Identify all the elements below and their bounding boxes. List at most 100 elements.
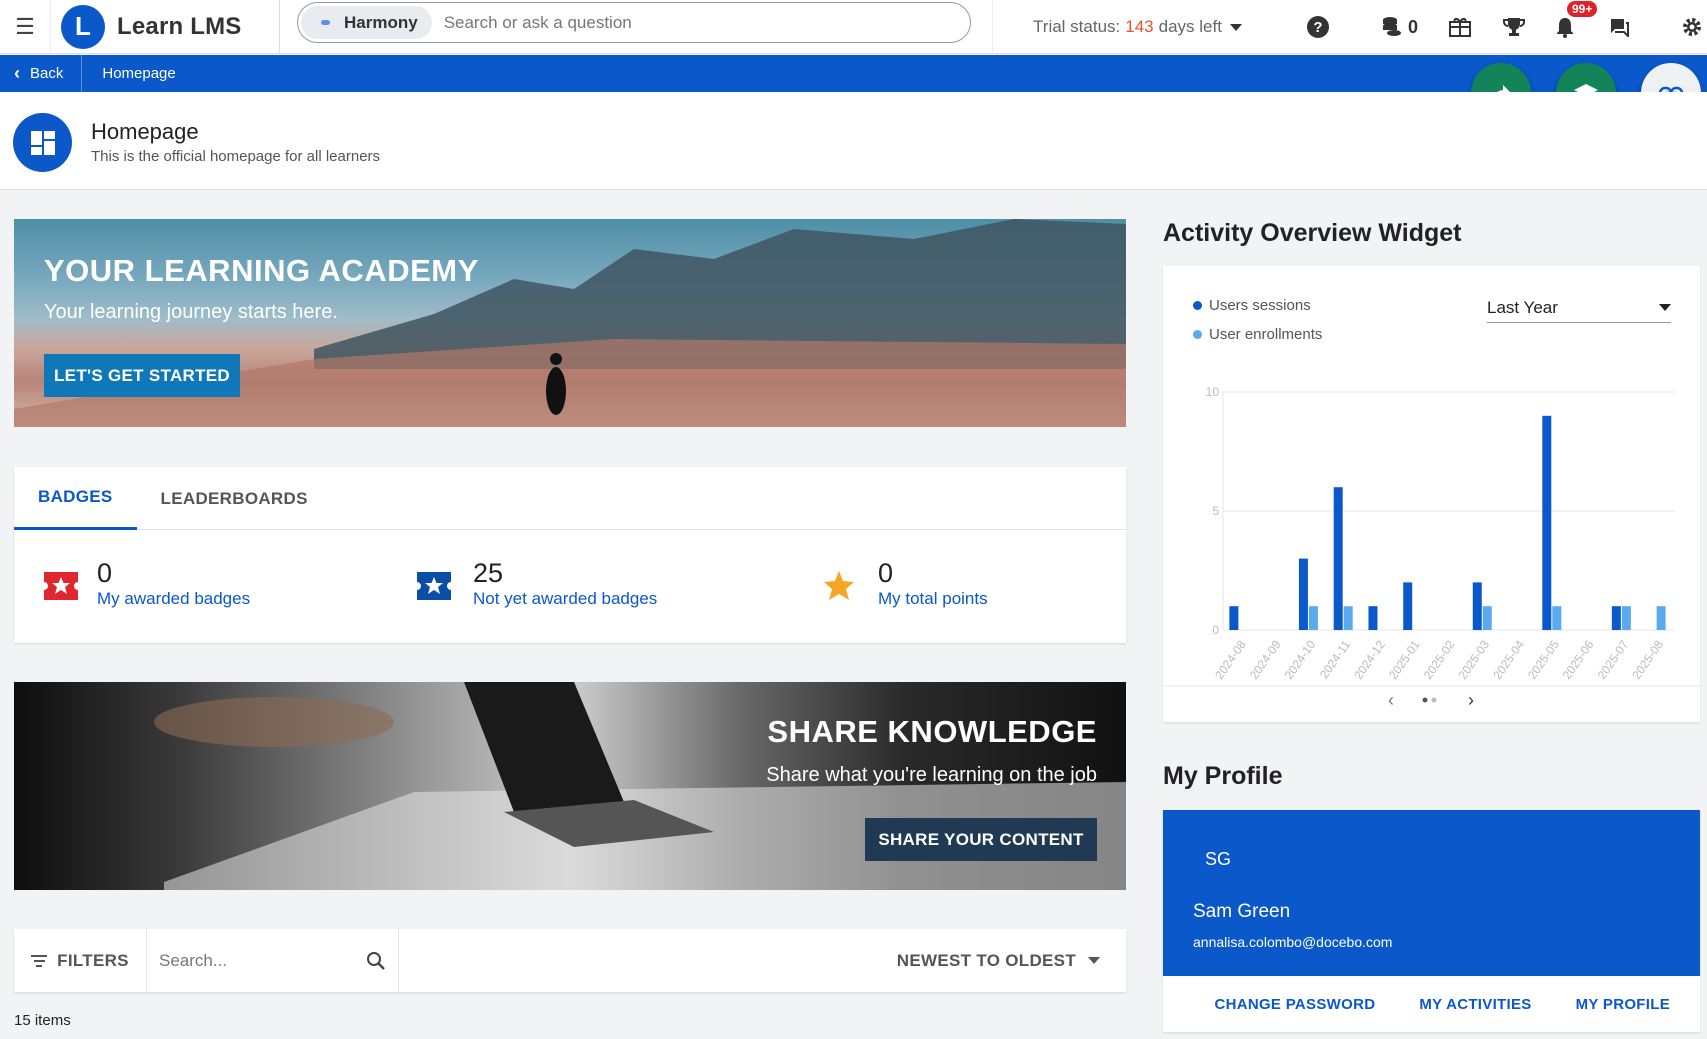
share-content-button[interactable]: SHARE YOUR CONTENT [865,818,1097,861]
gear-icon[interactable] [1680,0,1704,54]
filters-label: FILTERS [57,950,129,970]
widget-title: Activity Overview Widget [1163,219,1462,247]
x-tick-label: 2025-05 [1525,637,1562,681]
page-header: Homepage This is the official homepage f… [0,92,1707,190]
x-tick-label: 2024-09 [1247,637,1284,681]
back-label: Back [30,65,64,82]
items-count: 15 items [14,1012,71,1029]
sort-dropdown[interactable]: NEWEST TO OLDEST [897,929,1100,992]
page-subtitle: This is the official homepage for all le… [91,148,381,165]
nav-bar: ‹ Back Homepage [0,55,1707,92]
share-subtitle: Share what you're learning on the job [766,764,1097,786]
profile-email: annalisa.colombo@docebo.com [1193,934,1393,950]
bar-enrollments [1621,606,1631,630]
period-select[interactable]: Last Year [1487,293,1671,323]
awarded-badges-label: My awarded badges [97,589,251,608]
stat-total-points[interactable]: 0 My total points [820,559,988,609]
bar-enrollments [1552,606,1562,630]
x-tick-label: 2025-01 [1386,637,1423,681]
my-profile-link[interactable]: MY PROFILE [1576,996,1670,1013]
star-icon [820,567,858,605]
profile-card: SG Sam Green annalisa.colombo@docebo.com… [1163,810,1700,1032]
harmony-label: Harmony [344,12,418,32]
trial-days: 143 [1125,17,1154,36]
breadcrumb[interactable]: Homepage [82,65,175,82]
bar-sessions [1611,606,1621,630]
chevron-down-icon [1088,957,1100,964]
bar-enrollments [1482,606,1492,630]
total-points-count: 0 [878,558,894,588]
bar-enrollments [1343,606,1353,630]
x-tick-label: 2025-03 [1455,637,1492,681]
bar-sessions [1229,606,1239,630]
chevron-left-icon[interactable]: ‹ [1388,690,1394,710]
x-tick-label: 2025-06 [1560,637,1597,681]
harmony-chip[interactable]: Harmony [301,6,432,39]
legend-enrollments-label: User enrollments [1209,326,1323,343]
menu-icon[interactable]: ☰ [0,0,50,54]
filter-icon [31,954,48,967]
chevron-right-icon[interactable]: › [1468,690,1474,710]
legend-enrollments[interactable]: User enrollments [1193,326,1322,343]
bar-sessions [1333,487,1343,630]
bar-enrollments [1656,606,1666,630]
x-tick-label: 2025-08 [1629,637,1666,681]
profile-title: My Profile [1163,762,1283,790]
profile-banner: SG Sam Green annalisa.colombo@docebo.com [1163,810,1700,976]
pager-dot-active [1422,697,1428,703]
back-button[interactable]: ‹ Back [0,55,83,92]
x-tick-label: 2024-10 [1282,637,1319,681]
share-title: SHARE KNOWLEDGE [767,714,1097,749]
help-icon[interactable]: ? [1305,0,1331,54]
bar-sessions [1298,558,1308,630]
chat-icon[interactable] [1607,0,1631,54]
hero-banner: YOUR LEARNING ACADEMY Your learning jour… [14,219,1126,427]
gift-icon[interactable] [1448,0,1472,54]
bar-sessions [1403,582,1413,630]
notifications-badge: 99+ [1567,1,1598,17]
brand[interactable]: L Learn LMS [50,0,280,54]
filter-bar: FILTERS Search... NEWEST TO OLDEST [14,929,1126,992]
chevron-left-icon: ‹ [14,63,20,83]
bar-sessions [1368,606,1378,630]
avatar[interactable]: SG [1205,849,1231,870]
notifications-button[interactable]: 99+ [1553,0,1598,54]
stat-awarded-badges[interactable]: 0 My awarded badges [42,559,250,609]
badges-card: BADGES LEADERBOARDS 0 My awarded badges … [14,467,1126,643]
change-password-link[interactable]: CHANGE PASSWORD [1214,996,1375,1013]
get-started-button[interactable]: LET'S GET STARTED [44,354,240,397]
filter-search-input[interactable]: Search... [147,929,399,992]
profile-name: Sam Green [1193,901,1291,922]
coins-count: 0 [1407,16,1418,37]
total-points-label: My total points [878,589,988,608]
tab-leaderboards[interactable]: LEADERBOARDS [137,467,332,530]
trophy-icon[interactable] [1502,0,1526,54]
legend-sessions[interactable]: Users sessions [1193,297,1311,314]
activity-chart-card: Users sessions User enrollments Last Yea… [1163,266,1700,722]
legend-sessions-dot [1193,301,1202,310]
y-tick-label: 0 [1212,623,1219,637]
x-tick-label: 2024-12 [1351,637,1388,681]
chevron-down-icon [1659,304,1671,311]
awarded-badges-count: 0 [97,558,113,588]
trial-status[interactable]: Trial status: 143 days left [992,0,1282,54]
brand-name: Learn LMS [117,12,242,40]
tab-badges[interactable]: BADGES [14,467,137,530]
x-tick-label: 2024-08 [1212,637,1249,681]
y-tick-label: 5 [1212,504,1219,518]
bar-sessions [1472,582,1482,630]
global-search[interactable]: Harmony Search or ask a question [297,2,971,43]
search-input[interactable]: Search or ask a question [444,13,632,33]
filters-button[interactable]: FILTERS [14,929,147,992]
stat-not-awarded-badges[interactable]: 25 Not yet awarded badges [415,559,657,609]
share-banner: SHARE KNOWLEDGE Share what you're learni… [14,682,1126,890]
brand-logo: L [61,4,105,49]
hero-title: YOUR LEARNING ACADEMY [44,253,479,288]
legend-enrollments-dot [1193,330,1202,339]
coins-button[interactable]: 0 [1378,0,1422,54]
hero-subtitle: Your learning journey starts here. [44,301,338,323]
awarded-badge-icon [42,567,80,605]
chevron-down-icon [1229,23,1242,31]
my-activities-link[interactable]: MY ACTIVITIES [1419,996,1531,1013]
not-awarded-badge-icon [415,567,453,605]
